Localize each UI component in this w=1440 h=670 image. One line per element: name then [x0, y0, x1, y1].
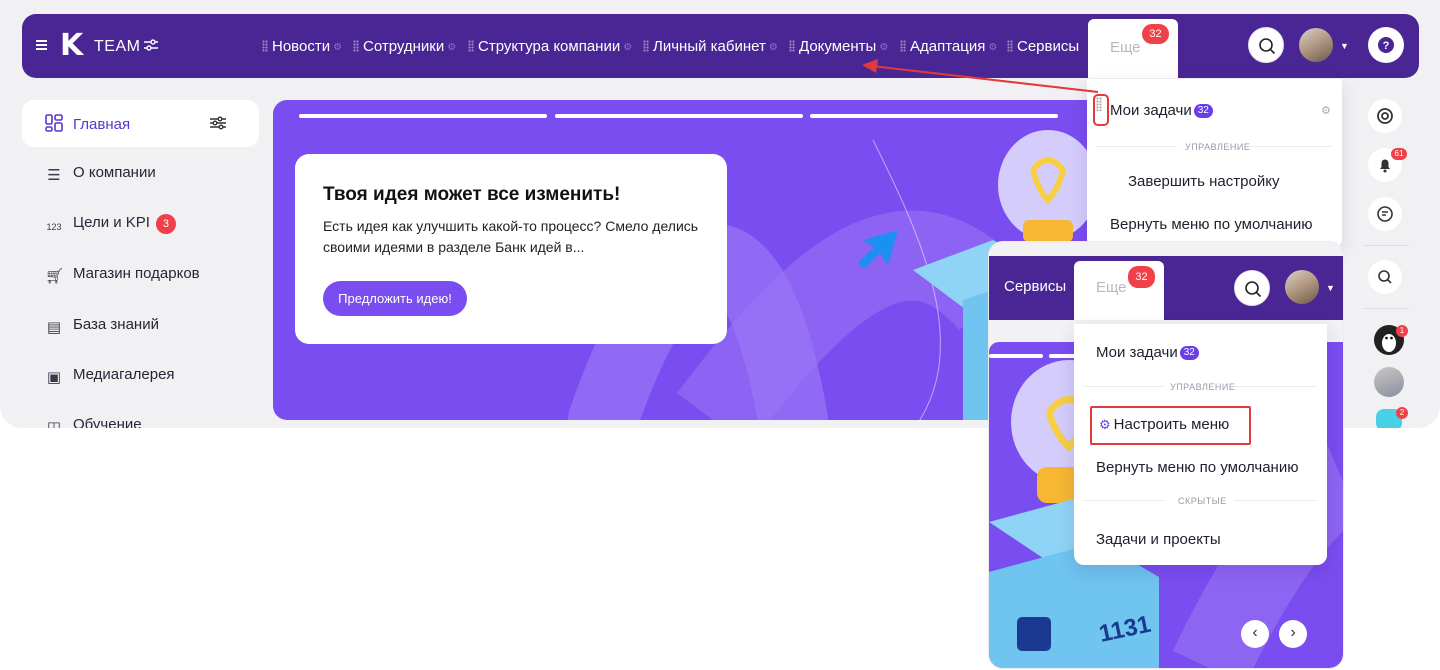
nav-item-adaptation[interactable]: Адаптация ⚙ — [900, 38, 997, 55]
gear-icon: ⚙ — [879, 42, 889, 53]
nav-item-personal-cabinet[interactable]: Личный кабинет ⚙ — [643, 38, 778, 55]
sidebar-item-gift-shop[interactable]: 🛒︎ Магазин подарков — [45, 265, 200, 286]
drag-handle-icon[interactable] — [353, 40, 359, 52]
user-avatar[interactable] — [1299, 28, 1333, 62]
divider — [1084, 386, 1164, 387]
image-icon: ▣ — [46, 369, 62, 386]
contact-badge: 1 — [1396, 325, 1408, 337]
cart-icon: 🛒︎ — [45, 268, 65, 285]
divider — [1363, 308, 1409, 309]
chevron-left-icon[interactable]: ‹ — [1241, 620, 1269, 648]
suggest-idea-button[interactable]: Предложить идею! — [323, 281, 467, 316]
divider — [1249, 146, 1332, 147]
kpi-count-badge: 3 — [155, 214, 176, 234]
chevron-right-icon[interactable]: › — [1279, 620, 1307, 648]
sidebar-item-media-gallery[interactable]: ▣ Медиагалерея — [45, 366, 175, 387]
my-tasks-badge: 32 — [1193, 104, 1213, 118]
banner-title: Твоя идея может все изменить! — [323, 184, 621, 205]
menu-item-my-tasks[interactable]: Мои задачи 32 — [1096, 344, 1199, 361]
banner-text: Есть идея как улучшить какой-то процесс?… — [323, 218, 699, 255]
gear-icon: ⚙ — [447, 42, 457, 53]
nav-item-employees[interactable]: Сотрудники ⚙ — [353, 38, 456, 55]
menu-item-reset-menu[interactable]: Вернуть меню по умолчанию — [1110, 216, 1312, 233]
kpi-icon: 123 — [46, 222, 62, 232]
book-icon: ▤ — [46, 319, 62, 336]
gear-icon: ⚙ — [768, 42, 778, 53]
gear-icon: ⚙ — [1099, 417, 1111, 432]
search-button[interactable] — [1234, 270, 1270, 306]
search-icon — [1245, 281, 1262, 298]
sidebar-settings-icon[interactable] — [210, 116, 226, 135]
menu-item-my-tasks[interactable]: Мои задачи 32 — [1110, 102, 1213, 119]
divider — [1234, 386, 1317, 387]
promo-banner[interactable]: Твоя идея может все изменить! Есть идея … — [273, 100, 1103, 420]
help-icon: ? — [1378, 37, 1394, 53]
nav-more-tab[interactable]: Еще 32 — [1088, 19, 1178, 78]
notifications-badge: 61 — [1391, 148, 1407, 160]
rail-search-icon[interactable] — [1368, 260, 1402, 294]
sidebar-item-kpi[interactable]: 123 Цели и KPI 3 — [45, 214, 176, 236]
zoom-inset-panel: Сервисы Еще 32 ▼ 1131 ‹ › Мои задачи 32 У… — [989, 242, 1343, 668]
chat-badge: 2 — [1396, 407, 1408, 419]
inset-navigation-bar: Сервисы Еще 32 ▼ — [989, 256, 1343, 320]
sidebar-item-home[interactable]: Главная — [45, 114, 130, 133]
nav-item-services[interactable]: Сервисы — [1007, 38, 1079, 55]
activity-icon[interactable] — [1368, 99, 1402, 133]
section-manage-label: Управление — [1170, 382, 1236, 392]
user-avatar[interactable] — [1285, 270, 1319, 304]
divider — [1363, 245, 1409, 246]
sidebar-item-about[interactable]: ☰ О компании — [45, 164, 155, 185]
menu-item-reset-menu[interactable]: Вернуть меню по умолчанию — [1096, 459, 1298, 476]
gear-icon[interactable]: ⚙ — [1321, 104, 1331, 117]
drag-handle-icon[interactable] — [468, 40, 474, 52]
nav-item-news[interactable]: Новости ⚙ — [262, 38, 342, 55]
chevron-down-icon[interactable]: ▼ — [1340, 41, 1349, 51]
annotation-highlight-box — [1093, 94, 1109, 126]
logo-icon[interactable]: K — [60, 31, 83, 61]
chat-icon[interactable] — [1368, 197, 1402, 231]
drag-handle-icon[interactable] — [262, 40, 268, 52]
drag-handle-icon[interactable] — [900, 40, 906, 52]
my-tasks-badge: 32 — [1179, 346, 1199, 360]
menu-item-finish-setup[interactable]: Завершить настройку — [1128, 173, 1279, 190]
contact-avatar[interactable] — [1374, 367, 1404, 397]
nav-item-documents[interactable]: Документы ⚙ — [789, 38, 888, 55]
more-count-badge: 32 — [1142, 24, 1169, 44]
more-dropdown-menu: Мои задачи 32 ⚙ Управление Завершить наст… — [1087, 79, 1342, 249]
inset-more-dropdown-menu: Мои задачи 32 Управление ⚙ Настроить меню … — [1074, 324, 1327, 565]
top-navigation-bar: K TEAM Новости ⚙ Сотрудники ⚙ Структура ко… — [22, 14, 1419, 78]
menu-item-tasks-projects[interactable]: Задачи и проекты — [1096, 531, 1221, 548]
sliders-icon[interactable] — [144, 38, 158, 54]
drag-handle-icon[interactable] — [643, 40, 649, 52]
divider — [1084, 500, 1164, 501]
menu-item-configure-menu[interactable]: ⚙ Настроить меню — [1099, 416, 1229, 433]
divider — [1234, 500, 1317, 501]
search-icon — [1259, 38, 1276, 55]
divider — [1097, 146, 1177, 147]
menu-icon[interactable] — [36, 40, 47, 50]
sidebar-item-knowledge-base[interactable]: ▤ База знаний — [45, 316, 159, 337]
help-button[interactable]: ? — [1368, 27, 1404, 63]
grid-icon — [45, 114, 63, 132]
gear-icon: ⚙ — [333, 42, 343, 53]
chevron-down-icon[interactable]: ▼ — [1326, 283, 1335, 293]
more-count-badge: 32 — [1128, 266, 1155, 288]
search-button[interactable] — [1248, 27, 1284, 63]
nav-more-tab[interactable]: Еще 32 — [1074, 261, 1164, 320]
svg-text:?: ? — [1383, 40, 1390, 52]
sidebar-item-education[interactable]: ◫ Обучение — [45, 416, 142, 428]
banner-card: Твоя идея может все изменить! Есть идея … — [295, 154, 727, 344]
gear-icon: ⚙ — [623, 42, 633, 53]
drag-handle-icon[interactable] — [789, 40, 795, 52]
nav-item-structure[interactable]: Структура компании ⚙ — [468, 38, 632, 55]
education-icon: ◫ — [46, 419, 62, 428]
list-icon: ☰ — [47, 167, 61, 184]
drag-handle-icon[interactable] — [1007, 40, 1013, 52]
section-hidden-label: Скрытые — [1178, 496, 1227, 506]
section-manage-label: Управление — [1185, 142, 1251, 152]
logo-text[interactable]: TEAM — [94, 38, 140, 56]
nav-item-services[interactable]: Сервисы — [1004, 278, 1066, 295]
gear-icon: ⚙ — [988, 42, 998, 53]
